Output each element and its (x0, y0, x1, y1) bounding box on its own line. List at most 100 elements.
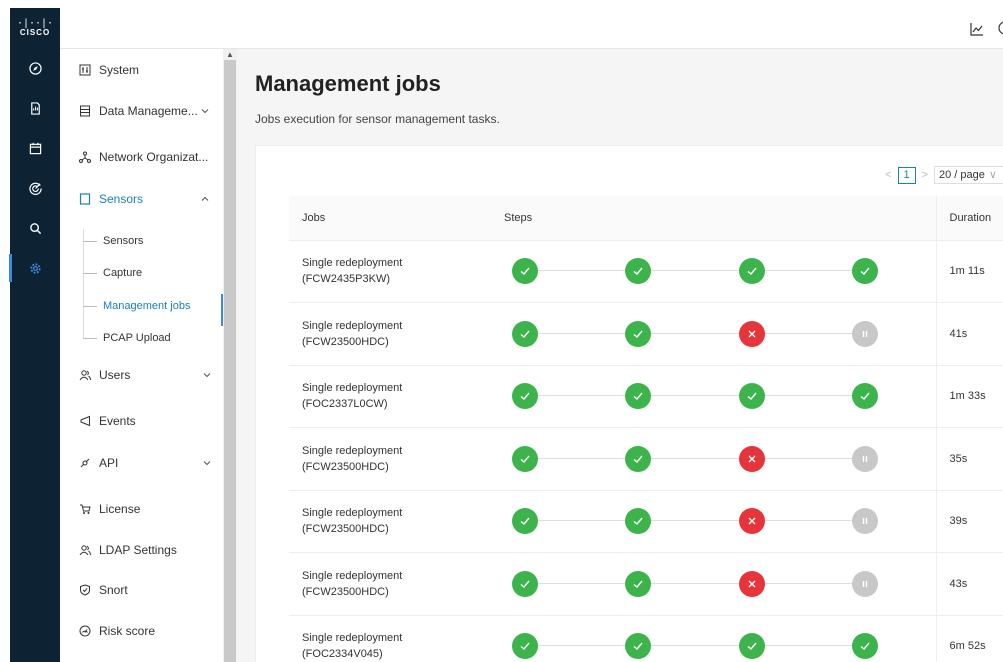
user-icon[interactable] (997, 20, 1003, 36)
sidebar-item-label: Risk score (99, 624, 156, 638)
pagination: < 1 > 20 / page ∨ (879, 166, 1003, 184)
step-done (625, 445, 651, 472)
steps-connector (534, 270, 874, 272)
steps-connector (534, 457, 874, 459)
page-size-value: 20 / page (939, 169, 985, 181)
step-done (512, 258, 538, 285)
rail-item-search[interactable] (10, 208, 60, 248)
steps-connector (534, 395, 874, 397)
page-1-button[interactable]: 1 (897, 166, 916, 184)
users-icon (79, 369, 91, 381)
prev-page-button[interactable]: < (885, 169, 891, 181)
next-page-button[interactable]: > (922, 169, 928, 181)
check-icon (520, 455, 530, 463)
step-pause (852, 570, 878, 597)
step-done (625, 258, 651, 285)
table-row[interactable]: Single redeployment (FOC2334V045) 6m 52s (289, 615, 1003, 662)
check-icon (520, 330, 530, 338)
sidebar-scrollbar[interactable]: ▲ (223, 49, 237, 662)
close-icon (748, 455, 756, 463)
step-done (625, 383, 651, 410)
sub-item-sensors[interactable]: Sensors (60, 229, 223, 253)
table-row[interactable]: Single redeployment (FCW23500HDC) 43s (289, 552, 1003, 616)
duration-cell: 1m 33s (935, 365, 1003, 428)
job-sensor: (FCW23500HDC) (302, 585, 389, 598)
steps-connector (534, 582, 874, 584)
sidebar-item-ldap-settings[interactable]: LDAP Settings (60, 538, 223, 562)
sidebar-item-label: License (99, 502, 141, 516)
chevron-down-icon (203, 373, 211, 378)
chevron-down-icon: ∨ (988, 169, 997, 181)
jobs-table: Jobs Steps Duration Single redeployment (… (289, 196, 1003, 662)
rail-item-admin[interactable] (9, 248, 60, 288)
duration-cell: 41s (935, 302, 1003, 366)
check-icon (747, 642, 757, 651)
step-done (852, 258, 878, 285)
job-name: Single redeployment (302, 444, 403, 457)
sidebar-item-network-organization[interactable]: Network Organizat... (60, 145, 223, 169)
job-cell: Single redeployment (FOC2337L0CW) (289, 365, 491, 428)
table-header-row: Jobs Steps Duration (289, 196, 1003, 241)
step-done (852, 633, 878, 660)
page-subtitle: Jobs execution for sensor management tas… (255, 112, 500, 126)
sidebar-item-license[interactable]: License (60, 497, 223, 521)
sub-item-management-jobs[interactable]: Management jobs (60, 294, 223, 326)
radar-icon (28, 182, 42, 195)
close-icon (748, 517, 756, 525)
sidebar-item-snort[interactable]: Snort (60, 578, 223, 602)
gear-icon (29, 262, 41, 274)
pause-icon (862, 580, 868, 587)
duration-cell: 39s (935, 490, 1003, 553)
scroll-up-icon[interactable]: ▲ (226, 51, 234, 59)
sidebar-item-system[interactable]: System (60, 58, 223, 82)
table-row[interactable]: Single redeployment (FCW23500HDC) 35s (289, 427, 1003, 491)
table-row[interactable]: Single redeployment (FCW23500HDC) 39s (289, 490, 1003, 553)
table-row[interactable]: Single redeployment (FCW2435P3KW) 1m 11s (289, 240, 1003, 303)
sub-item-capture[interactable]: Capture (60, 261, 223, 285)
sidebar-item-label: API (99, 456, 119, 470)
table-row[interactable]: Single redeployment (FCW23500HDC) 41s (289, 302, 1003, 366)
top-header (60, 8, 1003, 49)
table-row[interactable]: Single redeployment (FOC2337L0CW) 1m 33s (289, 365, 1003, 428)
check-icon (633, 642, 643, 651)
step-done (512, 508, 538, 535)
rail-item-explore[interactable] (10, 48, 60, 88)
sub-item-pcap-upload[interactable]: PCAP Upload (60, 326, 223, 350)
column-header-duration[interactable]: Duration (935, 196, 1003, 241)
check-icon (633, 455, 643, 463)
steps-cell (491, 615, 936, 662)
rail-item-radar[interactable] (10, 168, 60, 208)
step-done (512, 570, 538, 597)
page-size-select[interactable]: 20 / page ∨ (934, 166, 1003, 184)
step-pause (852, 445, 878, 472)
cisco-logo[interactable]: ·|··|· CISCO (10, 8, 60, 48)
sub-item-label: Sensors (103, 235, 144, 247)
step-done (512, 445, 538, 472)
network-icon (79, 151, 91, 163)
sidebar-item-data-management[interactable]: Data Manageme... (60, 99, 223, 123)
sidebar-item-risk-score[interactable]: Risk score (60, 619, 223, 643)
steps-cell (491, 302, 936, 366)
column-header-jobs[interactable]: Jobs (289, 196, 491, 241)
sidebar-item-label: Users (99, 368, 131, 382)
check-icon (520, 392, 530, 401)
job-sensor: (FCW2435P3KW) (302, 273, 391, 286)
sidebar-item-events[interactable]: Events (60, 409, 223, 433)
calendar-icon (29, 142, 41, 154)
column-header-steps[interactable]: Steps (491, 196, 936, 241)
step-fail (739, 570, 765, 597)
step-done (739, 258, 765, 285)
line-chart-icon[interactable] (969, 21, 985, 37)
rail-item-reports[interactable] (10, 88, 60, 128)
step-done (512, 633, 538, 660)
job-name: Single redeployment (302, 257, 403, 270)
sidebar-item-api[interactable]: API (60, 451, 223, 475)
rail-item-calendar[interactable] (10, 128, 60, 168)
chevron-down-icon (201, 109, 209, 114)
sidebar-item-sensors[interactable]: Sensors (60, 187, 223, 211)
logo-bars: ·|··|· (16, 17, 54, 29)
scrollbar-thumb[interactable] (224, 60, 236, 662)
license-icon (79, 503, 91, 515)
sidebar-item-users[interactable]: Users (60, 363, 223, 387)
steps-cell (491, 240, 936, 303)
